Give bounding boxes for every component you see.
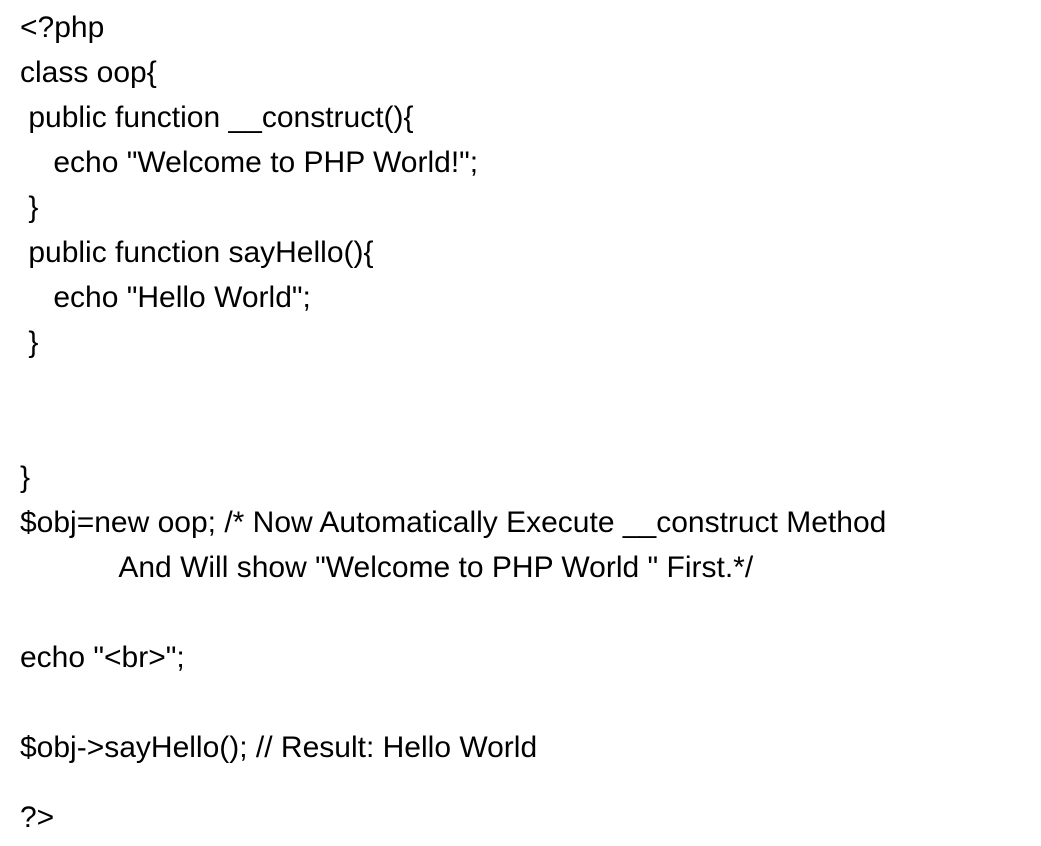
php-code-document: <?php class oop{ public function __const…: [0, 0, 1041, 846]
code-line-class-declaration: class oop{: [20, 56, 157, 89]
code-line-sayhello-call: $obj->sayHello(); // Result: Hello World: [20, 731, 538, 764]
code-line-echo-br: echo "<br>";: [20, 641, 185, 674]
code-line-sayhello-declaration: public function sayHello(){: [20, 236, 374, 269]
code-line-construct-declaration: public function __construct(){: [20, 101, 414, 134]
code-line-sayhello-echo: echo "Hello World";: [20, 281, 311, 314]
code-line-php-open: <?php: [20, 11, 105, 44]
code-line-construct-close: }: [20, 191, 39, 224]
code-line-php-close: ?>: [20, 801, 55, 834]
code-line-sayhello-close: }: [20, 326, 39, 359]
code-line-comment-continuation: And Will show "Welcome to PHP World " Fi…: [20, 551, 754, 584]
code-line-object-creation: $obj=new oop; /* Now Automatically Execu…: [20, 506, 887, 539]
code-line-construct-echo: echo "Welcome to PHP World!";: [20, 146, 479, 179]
code-line-class-close: }: [20, 461, 31, 494]
